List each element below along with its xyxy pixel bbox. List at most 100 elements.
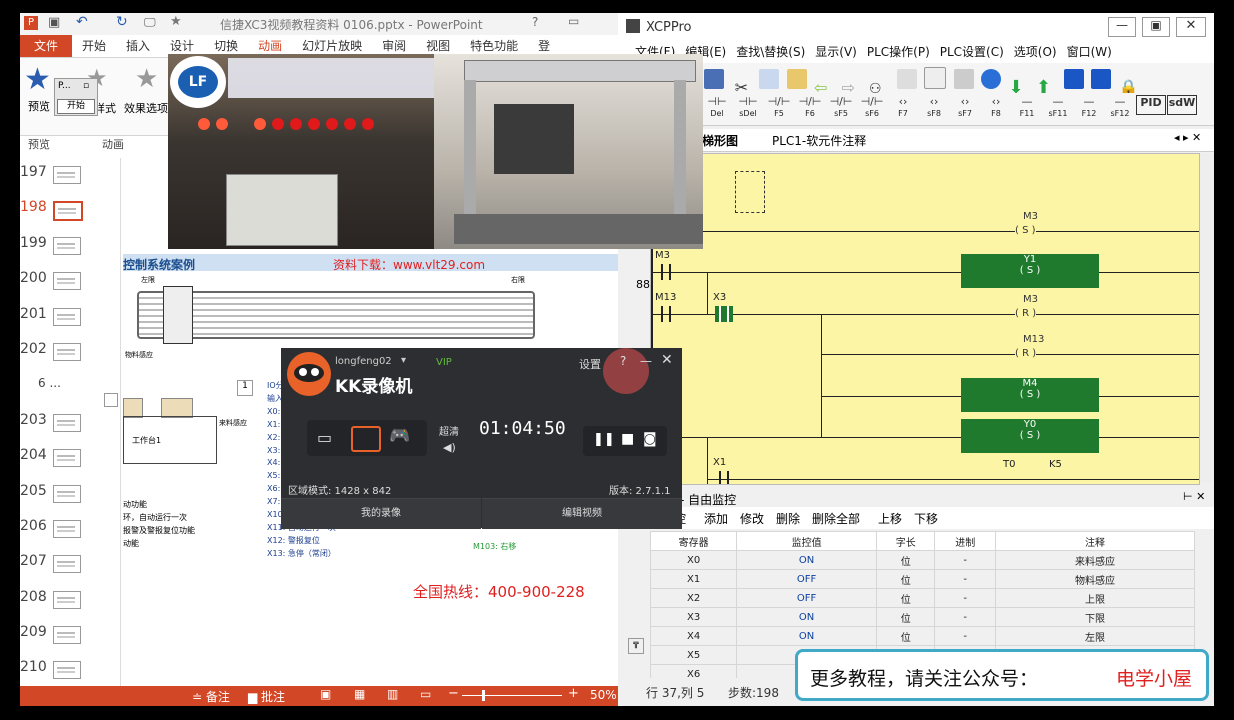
sorter-view-icon[interactable]: ▦ xyxy=(354,687,365,701)
slide-thumbnail[interactable]: 209 xyxy=(20,618,120,653)
tab-ladder[interactable]: 梯形图 xyxy=(702,132,738,149)
monitor-pin-close[interactable]: ⊢ ✕ xyxy=(1183,490,1205,503)
slide-thumbnail[interactable]: 205 xyxy=(20,477,120,512)
fkey-button[interactable]: — F12 xyxy=(1074,95,1104,118)
tab-comments[interactable]: PLC1-软元件注释 xyxy=(772,132,866,149)
star-icon[interactable]: ★ xyxy=(170,14,182,29)
coil-active[interactable]: Y1( S ) xyxy=(961,254,1099,288)
redo-icon[interactable]: ↻ xyxy=(116,14,128,30)
fkey-button[interactable]: ⊣/⊢ F6 xyxy=(795,95,825,118)
animation-star-icon-2[interactable]: ★ xyxy=(135,64,158,94)
fkey-button[interactable]: PID xyxy=(1136,95,1166,115)
fkey-button[interactable]: — F11 xyxy=(1012,95,1042,118)
slide-thumbnail[interactable]: 206 xyxy=(20,512,120,547)
table-row[interactable]: X2 OFF 位 - 上限 xyxy=(649,588,1196,608)
popup-pin-icon[interactable]: ▫ xyxy=(83,81,89,91)
column-header[interactable]: 进制 xyxy=(934,531,996,551)
monitor-icon[interactable] xyxy=(896,69,917,89)
slide-thumbnail[interactable]: 197 xyxy=(20,158,120,193)
table-row[interactable]: X3 ON 位 - 下限 xyxy=(649,607,1196,627)
slide-thumbnail[interactable]: 210 xyxy=(20,653,120,688)
normal-view-icon[interactable]: ▣ xyxy=(320,687,331,701)
fkey-button[interactable]: ‹› F7 xyxy=(888,95,918,118)
menu-plc-set[interactable]: PLC设置(C) xyxy=(935,41,1009,63)
zoom-out-icon[interactable]: − xyxy=(448,686,459,701)
ladder-contact[interactable] xyxy=(715,471,733,484)
coil-active[interactable]: M4( S ) xyxy=(961,378,1099,412)
menu-find[interactable]: 查找\替换(S) xyxy=(731,41,810,63)
stop-icon[interactable]: ■ xyxy=(621,431,634,447)
slide-thumbnail[interactable]: 202 xyxy=(20,335,120,370)
ladder-contact[interactable] xyxy=(657,264,675,280)
volume-icon[interactable]: ◀) xyxy=(443,441,456,454)
minimize-button[interactable]: — xyxy=(1108,17,1136,37)
slide-thumbnails[interactable]: 197 198 199 200 201 202 6 ... 203 204 205 206 207 20… xyxy=(20,158,121,686)
region-mode-icon[interactable] xyxy=(351,426,381,452)
close-button[interactable]: ✕ xyxy=(1176,17,1206,37)
maximize-button[interactable]: ▣ xyxy=(1142,17,1170,37)
menu-window[interactable]: 窗口(W) xyxy=(1062,41,1117,63)
ladder-scrollbar[interactable] xyxy=(1200,153,1214,483)
tab-home[interactable]: 开始 xyxy=(72,35,116,57)
stop-icon[interactable] xyxy=(1091,69,1111,89)
fkey-button[interactable]: sdW xyxy=(1167,95,1197,115)
zoom-slider[interactable] xyxy=(462,695,562,696)
kk-help-button[interactable]: ? xyxy=(620,354,626,368)
fullscreen-mode-icon[interactable]: ▭ xyxy=(317,428,332,447)
copy-icon[interactable] xyxy=(759,69,779,89)
help-icon[interactable] xyxy=(981,69,1001,89)
move-down-button[interactable]: 下移 xyxy=(914,510,938,527)
kk-close-button[interactable]: ✕ xyxy=(661,352,673,368)
present-icon[interactable]: 🖵 xyxy=(144,15,156,30)
quality-label[interactable]: 超清 xyxy=(439,423,459,438)
fkey-button[interactable]: — sF11 xyxy=(1043,95,1073,118)
delete-all-button[interactable]: 删除全部 xyxy=(812,510,860,527)
column-header[interactable]: 字长 xyxy=(875,531,936,551)
camera-icon[interactable]: ◙ xyxy=(643,431,657,447)
help-icon[interactable]: ? xyxy=(532,15,538,29)
fkey-button[interactable]: ⊣/⊢ F5 xyxy=(764,95,794,118)
zoom-slider-thumb[interactable] xyxy=(482,690,485,701)
slide-thumbnail[interactable]: 207 xyxy=(20,547,120,582)
paste-icon[interactable] xyxy=(786,69,807,89)
undo-icon[interactable]: ↶ xyxy=(76,14,88,30)
slide-thumbnail[interactable]: 201 xyxy=(20,300,120,335)
fkey-button[interactable]: ‹› sF8 xyxy=(919,95,949,118)
effect-options-label[interactable]: 效果选项 xyxy=(124,100,168,116)
coil-op[interactable]: ( R ) xyxy=(1015,348,1037,359)
slideshow-view-icon[interactable]: ▭ xyxy=(420,687,431,701)
user-dropdown-icon[interactable]: ▾ xyxy=(401,355,406,366)
slide-thumbnail[interactable]: 203 xyxy=(20,406,120,441)
coil-op[interactable]: ( S ) xyxy=(1015,225,1036,236)
slide-thumbnail[interactable]: 199 xyxy=(20,229,120,264)
coil-op[interactable]: ( R ) xyxy=(1015,308,1037,319)
column-header[interactable]: 注释 xyxy=(994,531,1196,551)
fkey-button[interactable]: ‹› F8 xyxy=(981,95,1011,118)
slide-thumbnail[interactable]: 204 xyxy=(20,441,120,476)
document-icon[interactable] xyxy=(924,67,946,89)
ladder-contact[interactable] xyxy=(715,306,733,322)
coil-active[interactable]: Y0( S ) xyxy=(961,419,1099,453)
save-icon[interactable]: ▣ xyxy=(48,15,60,30)
reading-view-icon[interactable]: ▥ xyxy=(387,687,398,701)
delete-button[interactable]: 删除 xyxy=(776,510,800,527)
print-icon[interactable] xyxy=(953,69,974,89)
table-row[interactable]: X0 ON 位 - 来料感应 xyxy=(649,550,1196,570)
tab-scroll-arrows[interactable]: ◂ ▸ ✕ xyxy=(1174,131,1201,144)
fkey-button[interactable]: ⊣/⊢ sF6 xyxy=(857,95,887,118)
tab-file[interactable]: 文件 xyxy=(20,35,73,57)
ribbon-toggle-icon[interactable]: ▭ xyxy=(568,14,579,28)
preview-label[interactable]: 预览 xyxy=(28,98,50,114)
table-row[interactable]: X1 OFF 位 - 物料感应 xyxy=(649,569,1196,589)
scrollbar-box[interactable] xyxy=(104,393,118,407)
slide-thumbnail[interactable]: 200 xyxy=(20,264,120,299)
column-header[interactable]: 监控值 xyxy=(736,531,877,551)
game-mode-icon[interactable]: 🎮 xyxy=(389,426,410,446)
slide-thumbnail[interactable]: 208 xyxy=(20,583,120,618)
ladder-contact[interactable] xyxy=(657,306,675,322)
start-popup[interactable]: P... ▫ 开始 xyxy=(54,78,98,116)
fkey-button[interactable]: — sF12 xyxy=(1105,95,1135,118)
popup-start-button[interactable]: 开始 xyxy=(57,99,95,114)
edit-video-button[interactable]: 编辑视频 xyxy=(482,498,682,529)
add-button[interactable]: 添加 xyxy=(704,510,728,527)
